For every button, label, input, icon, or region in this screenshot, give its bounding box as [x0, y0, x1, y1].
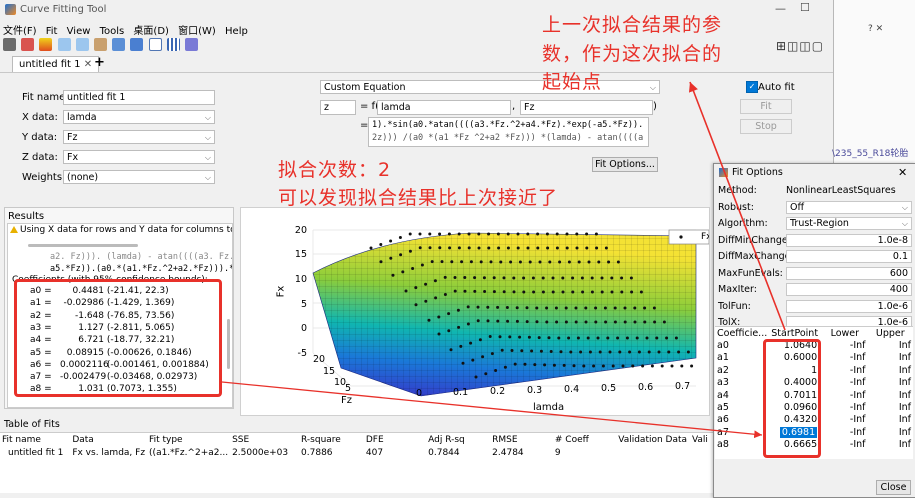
- arrow-to-coeffs-from-startpoint: [688, 81, 786, 331]
- arrow-coeffs-to-dialog: [221, 381, 763, 439]
- annotation-arrows: [221, 81, 786, 439]
